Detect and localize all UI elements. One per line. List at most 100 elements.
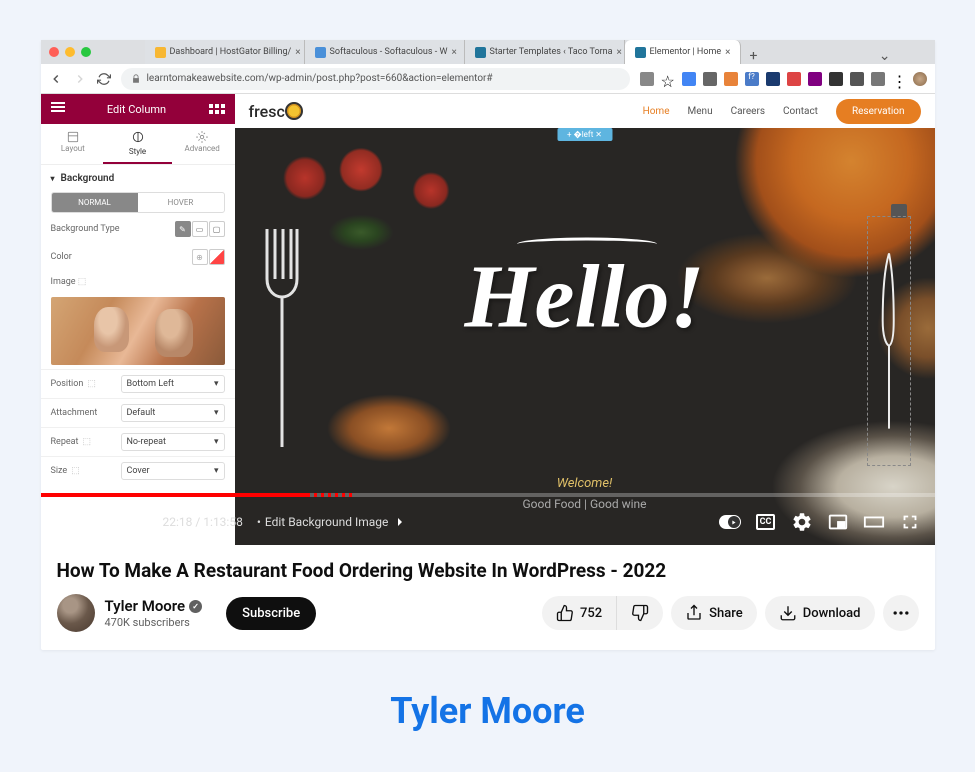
time-display: 22:18 / 1:13:58	[163, 515, 243, 529]
autoplay-toggle[interactable]	[719, 511, 741, 533]
verified-icon: ✓	[189, 600, 202, 613]
download-button[interactable]: Download	[765, 596, 875, 630]
nav-careers[interactable]: Careers	[731, 106, 765, 117]
hero-welcome: Welcome!	[557, 476, 613, 491]
color-picker[interactable]	[209, 249, 225, 265]
ext-icon[interactable]	[703, 72, 717, 86]
new-tab-button[interactable]: +	[741, 48, 765, 64]
dislike-button[interactable]	[617, 596, 663, 630]
settings-icon[interactable]	[791, 511, 813, 533]
volume-icon[interactable]	[127, 511, 149, 533]
chevron-right-icon	[392, 514, 408, 530]
video-metadata: How To Make A Restaurant Food Ordering W…	[41, 545, 935, 650]
max-dot[interactable]	[81, 47, 91, 57]
theater-icon[interactable]	[863, 511, 885, 533]
attachment-select[interactable]: Default▾	[121, 404, 225, 422]
tab-style[interactable]: Style	[105, 124, 170, 164]
profile-avatar[interactable]	[913, 72, 927, 86]
bgtype-buttons: ✎ ▭ ▢	[175, 221, 225, 237]
ext-icon[interactable]: f?	[745, 72, 759, 86]
channel-name[interactable]: Tyler Moore✓	[105, 597, 203, 615]
position-select[interactable]: Bottom Left▾	[121, 375, 225, 393]
tab-4[interactable]: Elementor | Home×	[625, 40, 742, 64]
progress-bar[interactable]	[41, 493, 935, 497]
tab-2[interactable]: Softaculous - Softaculous - W×	[305, 40, 465, 64]
size-select[interactable]: Cover▾	[121, 462, 225, 480]
section-background[interactable]: Background	[41, 165, 235, 190]
bg-gradient-icon[interactable]: ▭	[192, 221, 208, 237]
ext-icon[interactable]	[724, 72, 738, 86]
color-global-icon[interactable]: ⊕	[192, 249, 208, 265]
dots-icon	[891, 603, 911, 623]
star-icon[interactable]: ☆	[661, 72, 675, 86]
knife-widget-selected[interactable]	[867, 216, 911, 466]
sidebar-title: Edit Column	[107, 103, 166, 116]
image-label: Image ⬚	[51, 277, 87, 287]
menu-dots-icon[interactable]: ⋮	[892, 72, 906, 86]
image-preview[interactable]	[51, 297, 225, 365]
share-button[interactable]: Share	[671, 596, 757, 630]
tab-advanced[interactable]: Advanced	[170, 124, 235, 164]
toggle-hover[interactable]: HOVER	[138, 193, 224, 212]
chapter-display[interactable]: • Edit Background Image	[257, 514, 409, 530]
more-button[interactable]	[883, 595, 919, 631]
close-icon[interactable]: ×	[295, 47, 300, 58]
back-icon[interactable]	[49, 72, 63, 86]
like-button[interactable]: 752	[542, 596, 617, 630]
nav-menu[interactable]: Menu	[688, 106, 713, 117]
apps-icon[interactable]	[209, 104, 225, 114]
tab-3[interactable]: Starter Templates ‹ Taco Torna×	[465, 40, 625, 64]
nav-home[interactable]: Home	[643, 106, 670, 117]
fullscreen-icon[interactable]	[899, 511, 921, 533]
download-icon	[779, 604, 797, 622]
next-icon[interactable]	[91, 511, 113, 533]
bg-classic-icon[interactable]: ✎	[175, 221, 191, 237]
ext-icon[interactable]	[808, 72, 822, 86]
state-toggle[interactable]: NORMAL HOVER	[51, 192, 225, 213]
tab-dropdown[interactable]: ⌄	[871, 48, 899, 64]
window-controls[interactable]	[49, 47, 91, 57]
nav-contact[interactable]: Contact	[783, 106, 818, 117]
browser-tabs: Dashboard | HostGator Billing/× Softacul…	[145, 40, 899, 64]
video-title: How To Make A Restaurant Food Ordering W…	[57, 559, 919, 582]
reservation-button[interactable]: Reservation	[836, 99, 921, 124]
menu-icon[interactable]	[51, 102, 65, 116]
miniplayer-icon[interactable]	[827, 511, 849, 533]
toggle-normal[interactable]: NORMAL	[52, 193, 138, 212]
tab-1[interactable]: Dashboard | HostGator Billing/×	[145, 40, 305, 64]
channel-avatar[interactable]	[57, 594, 95, 632]
url-field[interactable]: learntomakeawebsite.com/wp-admin/post.ph…	[121, 68, 630, 90]
share-icon	[685, 604, 703, 622]
close-icon[interactable]: ×	[725, 47, 730, 58]
play-icon[interactable]	[55, 511, 77, 533]
extension-icons: ☆ f? ⋮	[640, 72, 927, 86]
close-dot[interactable]	[49, 47, 59, 57]
ext-icon[interactable]	[640, 72, 654, 86]
reload-icon[interactable]	[97, 72, 111, 86]
bg-video-icon[interactable]: ▢	[209, 221, 225, 237]
close-icon[interactable]: ×	[617, 47, 622, 58]
close-icon[interactable]: ×	[451, 47, 456, 58]
lock-icon	[131, 74, 141, 84]
subscribe-button[interactable]: Subscribe	[226, 597, 316, 630]
forward-icon[interactable]	[73, 72, 87, 86]
tab-layout[interactable]: Layout	[41, 124, 106, 164]
sidebar-header: Edit Column	[41, 94, 235, 124]
cc-icon[interactable]: CC	[755, 511, 777, 533]
ext-icon[interactable]	[871, 72, 885, 86]
site-logo[interactable]: fresc	[249, 102, 301, 121]
ext-icon[interactable]	[766, 72, 780, 86]
min-dot[interactable]	[65, 47, 75, 57]
ext-icon[interactable]	[787, 72, 801, 86]
ext-icon[interactable]	[682, 72, 696, 86]
video-player[interactable]: Dashboard | HostGator Billing/× Softacul…	[41, 40, 935, 545]
player-controls: 22:18 / 1:13:58 • Edit Background Image …	[41, 493, 935, 545]
fork-illustration	[257, 224, 307, 454]
ext-icon[interactable]	[829, 72, 843, 86]
repeat-select[interactable]: No-repeat▾	[121, 433, 225, 451]
logo-pizza-icon	[285, 102, 303, 120]
address-bar: learntomakeawebsite.com/wp-admin/post.ph…	[41, 64, 935, 94]
puzzle-icon[interactable]	[850, 72, 864, 86]
section-edit-handle[interactable]: + �left ✕	[557, 128, 612, 141]
elementor-sidebar: Edit Column Layout Style Advanced Backgr…	[41, 94, 235, 545]
